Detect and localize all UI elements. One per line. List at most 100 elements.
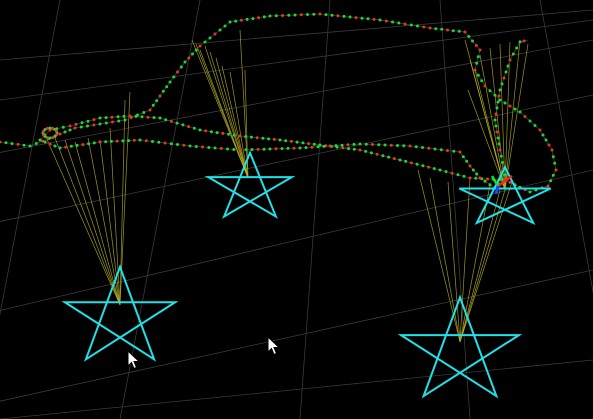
trajectory-point [144,139,148,143]
trajectory-point [51,136,55,140]
trajectory-point [55,129,58,133]
trajectory-point [176,143,179,146]
trajectory-point [262,147,266,151]
trajectory-point [397,21,401,25]
trajectory-point [181,123,185,127]
trajectory-point [508,104,512,108]
trajectory-point [92,141,96,145]
trajectory-point [446,28,449,32]
trajectory-point [398,158,402,162]
trajectory-point [372,17,376,21]
trajectory-point [402,144,406,148]
trajectory-point [427,165,431,169]
trajectory-point [497,94,501,98]
trajectory-point [366,17,370,21]
trajectory-point [358,148,362,152]
trajectory-point [493,118,497,122]
trajectory-point [221,131,225,135]
trajectory-point [488,183,492,187]
trajectory-point [121,139,125,143]
trajectory-point [486,177,489,181]
trajectory-point [312,12,316,16]
trajectory-point [192,126,196,130]
observation-ray [74,141,121,306]
trajectory-point [433,147,437,151]
trajectory-point [146,115,150,119]
trajectory-point [194,48,198,52]
trajectory-point [440,27,444,31]
trajectory-point [116,115,120,119]
trajectory-point [554,168,558,172]
trajectory-point [219,147,223,150]
trajectory-point [43,140,47,144]
trajectory-point [538,128,542,132]
trajectory-point [384,19,388,23]
trajectory-point [334,144,338,148]
trajectory-point [504,70,508,74]
trajectory-point [452,149,456,153]
trajectory-point [262,15,266,19]
trajectory-point [324,13,328,17]
trajectory-point [80,121,84,125]
trajectory-point [483,84,487,88]
trajectory-point [92,123,96,127]
trajectory-point [158,94,162,98]
trajectory-point [209,130,213,134]
trajectory-point [316,145,320,149]
trajectory-point [134,114,138,118]
trajectory-point [364,149,368,153]
trajectory-point [183,60,187,64]
trajectory-point [391,20,394,24]
trajectory-point [500,177,504,181]
trajectory-point [280,147,284,151]
trajectory-point [293,13,297,17]
trajectory-point [164,118,168,122]
trajectory-point [496,100,500,104]
trajectory-point [515,46,519,50]
trajectory-point [450,171,454,175]
trajectory-point [550,148,554,152]
trajectory-point [169,142,173,146]
grid-line [539,0,593,294]
trajectory-point [232,148,236,151]
trajectory-point [498,88,502,92]
trajectory-point [151,103,155,107]
trajectory-point [148,108,152,112]
grid-line [0,0,61,317]
trajectory-point [169,119,173,123]
trajectory-point [176,70,179,74]
grid-line [0,19,593,101]
trajectory-point [175,121,179,125]
trajectory-point [415,162,419,166]
trajectory-point [432,167,436,171]
trajectory-point [488,89,492,93]
trajectory-point [68,124,72,128]
trajectory-point [444,170,448,174]
trajectory-point [434,27,438,31]
trajectory-point [110,115,114,119]
3d-viewport[interactable] [0,0,593,419]
trajectory-point [354,16,358,20]
trajectory-point [352,142,356,146]
trajectory-point [10,142,14,146]
scene-canvas[interactable] [0,0,593,419]
trajectory-point [301,141,305,145]
z-axis-line [494,185,500,195]
trajectory-point [528,119,532,123]
trajectory-point [465,159,469,163]
trajectory-point [409,23,413,27]
trajectory-point [201,145,204,149]
trajectory-point [547,143,551,147]
trajectory-point [287,13,291,17]
trajectory-point [257,16,261,20]
trajectory-point [158,116,162,120]
observation-ray [199,49,249,179]
trajectory-point [69,144,73,148]
trajectory-point [533,124,537,127]
observation-rays [44,29,529,343]
trajectory-point [461,155,465,159]
trajectory-point [92,118,96,122]
trajectory-point [213,146,217,150]
trajectory-point [187,125,191,129]
trajectory-point [494,124,498,128]
